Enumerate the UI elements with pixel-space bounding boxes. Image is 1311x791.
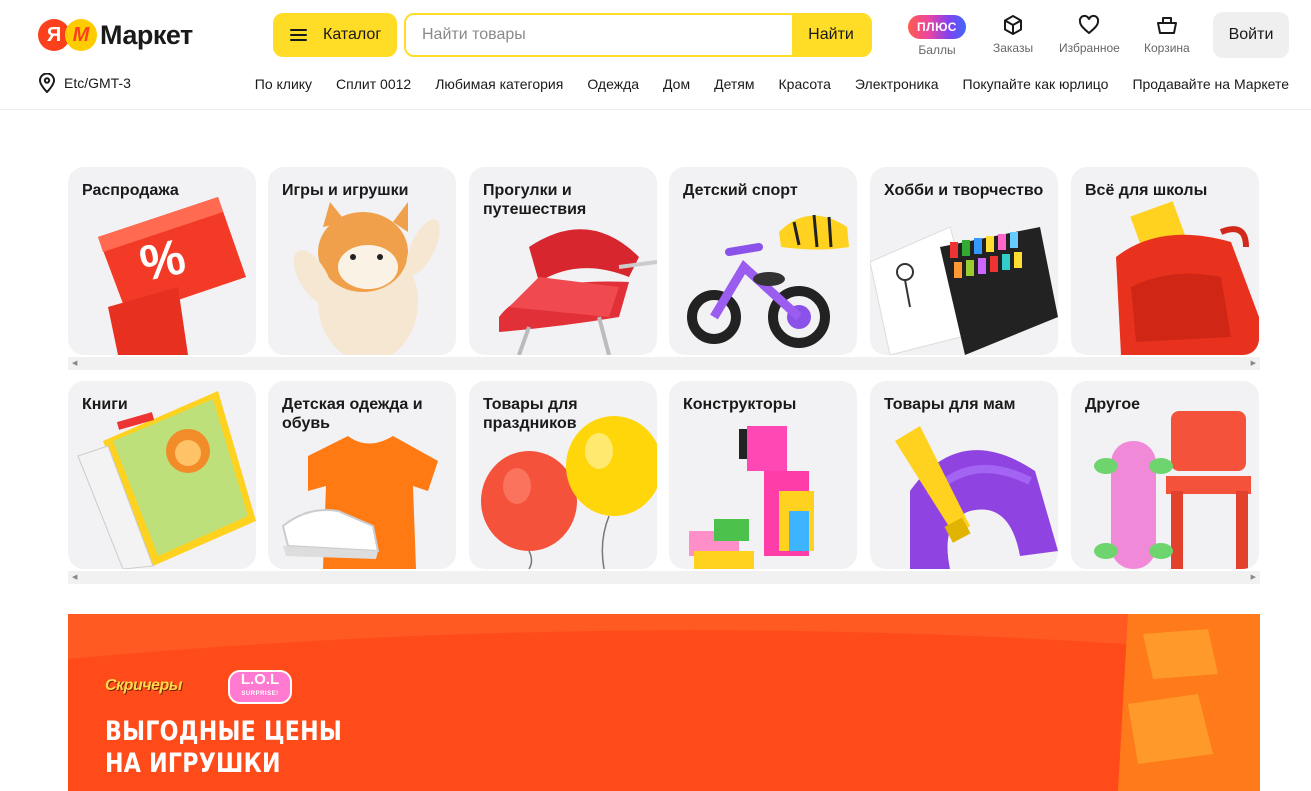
category-card-school[interactable]: Всё для школы <box>1071 167 1259 355</box>
nav-item-home[interactable]: Дом <box>663 76 690 92</box>
menu-icon <box>290 29 307 41</box>
points-label: Баллы <box>918 43 956 57</box>
category-title: Детский спорт <box>683 182 798 199</box>
favorites-label: Избранное <box>1059 41 1120 55</box>
favorites-button[interactable]: Избранное <box>1059 13 1120 55</box>
box-icon <box>1004 15 1023 35</box>
category-row-2-scrollbar[interactable]: ◀ ▶ <box>68 571 1260 584</box>
catalog-label: Каталог <box>323 26 382 43</box>
category-title: Прогулки и путешествия <box>483 182 587 218</box>
cart-button[interactable]: Корзина <box>1144 13 1190 55</box>
nav-item-beauty[interactable]: Красота <box>779 76 831 92</box>
market-logo[interactable]: Я M Маркет <box>38 18 193 52</box>
cart-icon <box>1156 17 1177 34</box>
lol-logo-subtext: SURPRISE! <box>241 691 279 697</box>
category-title: Товары для мам <box>884 396 1016 413</box>
plus-badge: ПЛЮС <box>908 15 966 39</box>
category-card-holidays[interactable]: Товары для праздников <box>469 381 657 569</box>
cart-label: Корзина <box>1144 41 1190 55</box>
category-card-moms[interactable]: Товары для мам <box>870 381 1058 569</box>
category-title: Конструкторы <box>683 396 797 413</box>
scroll-right-icon[interactable]: ▶ <box>1251 360 1256 367</box>
market-m-logo-icon: M <box>65 19 97 51</box>
location-pin-icon <box>38 73 56 93</box>
lol-surprise-brand-logo: L.O.L SURPRISE! <box>228 670 292 704</box>
search-bar: Найти <box>404 13 872 57</box>
category-title: Всё для школы <box>1085 182 1208 199</box>
login-button[interactable]: Войти <box>1213 12 1289 58</box>
logo-text: Маркет <box>100 19 193 50</box>
category-title: Хобби и творчество <box>884 182 1044 199</box>
category-card-toys[interactable]: Игры и игрушки <box>268 167 456 355</box>
nav-item-clothes[interactable]: Одежда <box>587 76 639 92</box>
scroll-left-icon[interactable]: ◀ <box>72 360 77 367</box>
nav-item-po-kliku[interactable]: По клику <box>255 76 312 92</box>
nav-item-electronics[interactable]: Электроника <box>855 76 939 92</box>
screechers-brand-logo: Скричеры <box>105 677 182 694</box>
category-card-kids-clothes[interactable]: Детская одежда и обувь <box>268 381 456 569</box>
category-title: Детская одежда и обувь <box>282 396 423 432</box>
category-title: Другое <box>1085 396 1140 413</box>
header: Я M Маркет Каталог Найти ПЛЮС Баллы Зака… <box>0 0 1311 110</box>
category-card-sale[interactable]: Распродажа % <box>68 167 256 355</box>
category-title: Книги <box>82 396 128 413</box>
category-card-constructors[interactable]: Конструкторы <box>669 381 857 569</box>
category-card-kids-sport[interactable]: Детский спорт <box>669 167 857 355</box>
location-selector[interactable]: Etc/GMT-3 <box>38 73 131 93</box>
nav-item-split[interactable]: Сплит 0012 <box>336 76 411 92</box>
scroll-right-icon[interactable]: ▶ <box>1251 574 1256 581</box>
nav-item-business[interactable]: Покупайте как юрлицо <box>963 76 1109 92</box>
orders-button[interactable]: Заказы <box>993 13 1033 55</box>
banner-title: ВЫГОДНЫЕ ЦЕНЫ НА ИГРУШКИ <box>105 716 343 779</box>
category-title: Товары для праздников <box>483 396 578 432</box>
top-nav: По клику Сплит 0012 Любимая категория Од… <box>255 76 1289 92</box>
nav-item-sell[interactable]: Продавайте на Маркете <box>1132 76 1289 92</box>
nav-item-favorite-category[interactable]: Любимая категория <box>435 76 563 92</box>
lol-logo-text: L.O.L <box>240 671 280 688</box>
category-card-other[interactable]: Другое <box>1071 381 1259 569</box>
orders-label: Заказы <box>993 41 1034 55</box>
nav-item-kids[interactable]: Детям <box>714 76 754 92</box>
scroll-left-icon[interactable]: ◀ <box>72 574 77 581</box>
search-input[interactable] <box>406 15 792 55</box>
plus-points[interactable]: ПЛЮС Баллы <box>908 13 966 57</box>
catalog-button[interactable]: Каталог <box>273 13 397 57</box>
promo-banner[interactable]: Скричеры L.O.L SURPRISE! ВЫГОДНЫЕ ЦЕНЫ Н… <box>68 614 1260 791</box>
category-card-books[interactable]: Книги <box>68 381 256 569</box>
location-label: Etc/GMT-3 <box>64 75 131 91</box>
category-title: Распродажа <box>82 182 179 199</box>
category-card-hobby[interactable]: Хобби и творчество <box>870 167 1058 355</box>
category-card-strollers[interactable]: Прогулки и путешествия <box>469 167 657 355</box>
category-row-1-scrollbar[interactable]: ◀ ▶ <box>68 357 1260 370</box>
category-title: Игры и игрушки <box>282 182 409 199</box>
heart-icon <box>1079 14 1100 35</box>
search-button[interactable]: Найти <box>792 15 870 55</box>
